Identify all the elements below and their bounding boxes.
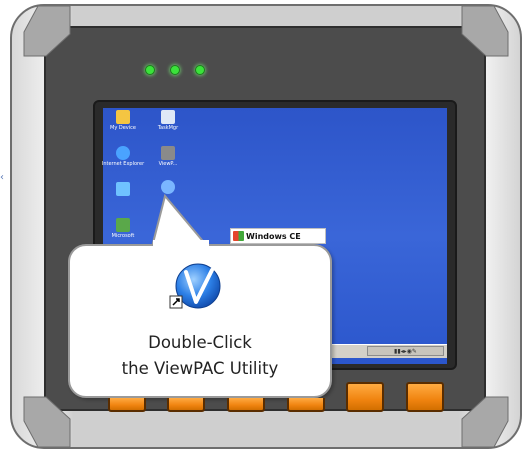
function-key-5[interactable] [346, 382, 384, 412]
callout-instruction: Double-Click the ViewPAC Utility [68, 330, 332, 382]
callout-tail-cover [153, 240, 209, 248]
viewpac-utility-icon [169, 263, 221, 309]
side-arrow-icon: ‹ [0, 172, 4, 183]
callout-line-1: Double-Click [148, 333, 252, 352]
callout-line-2: the ViewPAC Utility [121, 359, 279, 378]
function-key-1[interactable] [108, 398, 146, 412]
function-key-4[interactable] [287, 398, 325, 412]
function-key-6[interactable] [406, 382, 444, 412]
function-key-3[interactable] [227, 398, 265, 412]
function-key-2[interactable] [167, 398, 205, 412]
